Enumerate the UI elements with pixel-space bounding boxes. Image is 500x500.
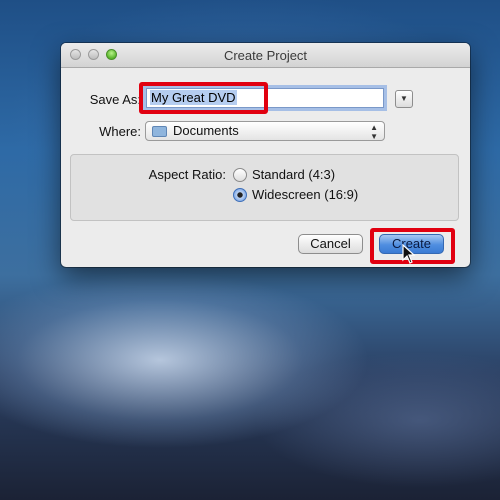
- radio-standard-label[interactable]: Standard (4:3): [252, 167, 335, 182]
- dialog-title: Create Project: [223, 48, 308, 63]
- dropdown-arrow-icon[interactable]: ▼: [395, 90, 413, 108]
- radio-widescreen-label[interactable]: Widescreen (16:9): [252, 187, 358, 202]
- popup-arrows-icon: ▲ ▼: [370, 123, 378, 141]
- aspect-ratio-group: Aspect Ratio: Standard (4:3) Widescreen …: [70, 154, 459, 221]
- radio-standard[interactable]: [233, 168, 247, 182]
- folder-icon: [152, 126, 167, 137]
- save-as-label: Save As:: [89, 92, 141, 107]
- cursor-arrow-icon: [402, 244, 416, 264]
- save-as-highlight: [139, 82, 268, 114]
- where-value: Documents: [173, 123, 239, 138]
- where-label: Where:: [99, 124, 141, 139]
- titlebar[interactable]: Create Project: [61, 43, 470, 68]
- cancel-button[interactable]: Cancel: [298, 234, 363, 254]
- aspect-ratio-label: Aspect Ratio:: [148, 167, 226, 182]
- radio-widescreen[interactable]: [233, 188, 247, 202]
- where-popup[interactable]: Documents ▲ ▼: [145, 121, 385, 141]
